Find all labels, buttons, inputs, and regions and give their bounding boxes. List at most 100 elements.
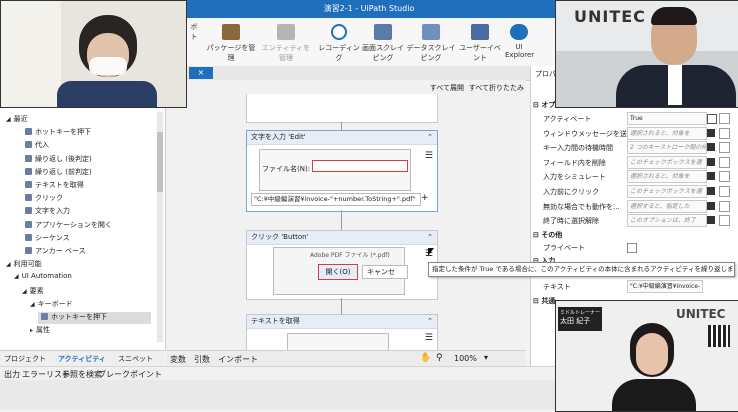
- data-scraping-button[interactable]: データスクレイピング: [406, 22, 456, 62]
- ui-explorer-button[interactable]: UI Explorer: [505, 22, 534, 62]
- expand-arrow-icon[interactable]: ◢: [6, 116, 11, 123]
- property-value-field[interactable]: このチェックボックスを選: [627, 155, 707, 169]
- open-button-target: 開く(O): [318, 264, 358, 280]
- property-label: 終了時に選択解除: [543, 217, 599, 226]
- ellipsis-button[interactable]: [719, 215, 730, 227]
- activity-tree-item[interactable]: クリック: [22, 193, 63, 205]
- recording-button[interactable]: レコーディング: [318, 22, 360, 62]
- search-icon[interactable]: ⚲: [436, 353, 443, 363]
- zoom-level[interactable]: 100%: [454, 354, 477, 363]
- find-references-tab[interactable]: 参照を検索: [62, 369, 102, 380]
- activity-tree-item[interactable]: ◢ 利用可能: [6, 259, 42, 271]
- pan-icon[interactable]: ✋: [420, 353, 431, 363]
- collapse-all-link[interactable]: すべて折りたたみ: [469, 83, 524, 93]
- menu-icon[interactable]: ☰: [425, 333, 433, 343]
- property-toggle[interactable]: [707, 187, 715, 195]
- text-expression-field[interactable]: "C:¥中級編演習¥invoice-"+number.ToString+".pd…: [251, 193, 421, 206]
- activity-tree-item[interactable]: アンカー ベース: [22, 246, 86, 258]
- tab-snippets[interactable]: スニペット: [118, 354, 153, 364]
- property-value-field[interactable]: 選択されると、対象を: [627, 126, 707, 140]
- activity-get-text[interactable]: テキストを取得 ⌃ ☰: [246, 314, 438, 351]
- add-icon[interactable]: +: [421, 193, 429, 203]
- property-value-field[interactable]: 選択されると、対象を: [627, 170, 707, 184]
- expand-arrow-icon[interactable]: ◢: [6, 261, 11, 268]
- activity-click[interactable]: クリック 'Button' ⌃ Adobe PDF ファイル (*.pdf) 開…: [246, 230, 438, 300]
- ellipsis-button[interactable]: [719, 186, 730, 197]
- collapse-icon[interactable]: ⌃: [427, 231, 433, 244]
- property-toggle[interactable]: [707, 143, 715, 152]
- output-tab[interactable]: 出力: [4, 369, 20, 380]
- ellipsis-button[interactable]: [719, 113, 730, 124]
- arguments-tab[interactable]: 引数: [194, 354, 210, 365]
- manage-entities-button[interactable]: エンティティを管理: [260, 22, 312, 62]
- activity-tree-label: ホットキーを押下: [35, 128, 91, 137]
- ellipsis-button[interactable]: [719, 142, 730, 154]
- private-checkbox[interactable]: [627, 243, 637, 253]
- property-value-field[interactable]: 選択すると、指定した: [627, 199, 707, 213]
- expand-arrow-icon[interactable]: ◢: [14, 273, 19, 280]
- activity-tree-item[interactable]: アプリケーションを開く: [22, 220, 112, 232]
- expand-arrow-icon[interactable]: ◢: [22, 288, 27, 295]
- activity-tree-item[interactable]: 繰り返し (後判定): [22, 154, 92, 166]
- ellipsis-button[interactable]: [719, 127, 730, 139]
- document-tab[interactable]: ×: [189, 67, 213, 79]
- activity-previous[interactable]: [246, 94, 438, 123]
- menu-icon[interactable]: ☰: [425, 151, 433, 161]
- close-icon[interactable]: ×: [198, 68, 205, 77]
- activity-tree-label: 繰り返し (前判定): [35, 167, 92, 176]
- user-events-button[interactable]: ユーザーイベント: [458, 22, 502, 62]
- activity-tree-item[interactable]: ◢ 最近: [6, 114, 28, 126]
- ellipsis-button[interactable]: [719, 171, 730, 183]
- checkbox-checked-icon[interactable]: [707, 114, 717, 124]
- tab-project[interactable]: プロジェクト: [4, 354, 46, 364]
- scrollbar-thumb[interactable]: [157, 132, 163, 192]
- activities-scrollbar[interactable]: [157, 112, 163, 342]
- breakpoints-tab[interactable]: ブレークポイント: [98, 369, 162, 380]
- manage-packages-button[interactable]: パッケージを管理: [205, 22, 257, 62]
- activity-tree-item[interactable]: ◢ 要素: [22, 286, 44, 298]
- activity-tree-item[interactable]: ▸ 属性: [30, 325, 50, 337]
- text-property-field[interactable]: "C:¥中級編演習¥invoice-: [627, 280, 703, 293]
- activity-tree-item[interactable]: ◢ キーボード: [30, 299, 73, 311]
- property-toggle[interactable]: [707, 157, 715, 166]
- activity-tree-item[interactable]: 代入: [22, 140, 49, 152]
- property-value-field[interactable]: このチェックボックスを選: [627, 185, 707, 198]
- activity-tree-item[interactable]: シーケンス: [22, 233, 70, 245]
- property-toggle[interactable]: [707, 128, 715, 137]
- tab-activities[interactable]: アクティビティ: [58, 354, 106, 364]
- chevron-down-icon[interactable]: ▾: [484, 353, 488, 362]
- screen-scraping-button[interactable]: 画面スクレイピング: [360, 22, 406, 62]
- text-property-label: テキスト: [543, 283, 571, 291]
- designer-bottom-bar: 変数 引数 インポート ✋ ⚲ 100% ▾: [166, 350, 526, 367]
- property-toggle[interactable]: [707, 216, 715, 225]
- activity-tree-item[interactable]: ホットキーを押下: [22, 127, 91, 139]
- workflow-canvas[interactable]: すべて展開 すべて折りたたみ 文字を入力 'Edit' ⌃ ファイル名(N): …: [166, 80, 526, 351]
- collapse-icon[interactable]: ⌃: [427, 315, 433, 328]
- imports-tab[interactable]: インポート: [218, 354, 258, 365]
- panel-bottom-tabs: プロジェクト アクティビティ スニペット: [0, 350, 165, 367]
- brand-logo: UNITEC: [676, 307, 726, 321]
- expand-arrow-icon[interactable]: ▸: [30, 327, 33, 334]
- variables-tab[interactable]: 変数: [170, 354, 186, 365]
- ellipsis-button[interactable]: [719, 200, 730, 212]
- property-value-field[interactable]: 2 つのキーストローク間の待: [627, 141, 707, 155]
- property-row: 無効な場合でも動作を... 選択すると、指定した: [537, 199, 737, 213]
- property-toggle[interactable]: [707, 201, 715, 210]
- property-value-field[interactable]: True: [627, 112, 707, 125]
- expand-all-link[interactable]: すべて展開: [430, 83, 464, 93]
- activity-tree-label: シーケンス: [35, 233, 70, 242]
- activity-tree-item[interactable]: 文字を入力: [22, 206, 70, 218]
- collapse-icon[interactable]: ⌃: [427, 131, 433, 144]
- activity-tree-item[interactable]: ホットキーを押下: [38, 312, 151, 324]
- property-label: フィールド内を削除: [543, 158, 606, 167]
- activity-tree-item[interactable]: 繰り返し (前判定): [22, 167, 92, 179]
- activity-type-into[interactable]: 文字を入力 'Edit' ⌃ ファイル名(N): ☰ "C:¥中級編演習¥inv…: [246, 130, 438, 212]
- screenshot-preview: Adobe PDF ファイル (*.pdf) 開く(O) キャンセ: [273, 247, 408, 295]
- expand-arrow-icon[interactable]: ◢: [30, 301, 35, 308]
- property-row: ウィンドウメッセージを送信 選択されると、対象を: [537, 126, 737, 140]
- activity-tree-item[interactable]: ◢ UI Automation: [14, 272, 72, 284]
- property-toggle[interactable]: [707, 172, 715, 181]
- property-value-field[interactable]: このオプションは、終了: [627, 214, 707, 228]
- ellipsis-button[interactable]: [719, 156, 730, 168]
- activity-tree-item[interactable]: テキストを取得: [22, 180, 84, 192]
